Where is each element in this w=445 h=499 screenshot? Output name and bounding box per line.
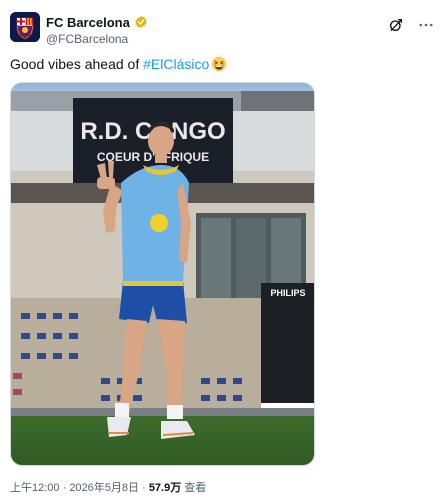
tweet-text-prefix: Good vibes ahead of	[10, 56, 144, 72]
grok-icon[interactable]	[387, 16, 405, 34]
side-sign-text: PHILIPS	[270, 288, 305, 298]
tweet-time[interactable]: 上午12:00	[10, 482, 60, 494]
views-label: 查看	[181, 482, 207, 494]
tweet-text: Good vibes ahead of #ElClásico	[10, 55, 227, 73]
grinning-squinting-face-emoji-icon	[211, 56, 227, 72]
views-count[interactable]: 57.9万	[149, 482, 181, 494]
avatar[interactable]	[10, 12, 40, 42]
fc-barcelona-crest-icon	[10, 12, 40, 42]
account-info: FC Barcelona @FCBarcelona	[46, 13, 148, 46]
gold-verified-badge-icon[interactable]	[134, 15, 148, 29]
tweet-header: FC Barcelona @FCBarcelona	[10, 10, 435, 50]
hashtag-link[interactable]: #ElClásico	[143, 56, 209, 72]
tweet-date[interactable]: 2026年5月8日	[69, 482, 139, 494]
display-name[interactable]: FC Barcelona	[46, 15, 130, 30]
tweet-meta: 上午12:00 · 2026年5月8日 · 57.9万 查看	[10, 479, 206, 495]
tweet-photo[interactable]: R.D. CONGO COEUR D'AFRIQUE PHILIPS	[10, 82, 315, 466]
account-handle[interactable]: @FCBarcelona	[46, 32, 148, 46]
meta-separator: ·	[139, 482, 149, 494]
header-actions	[387, 16, 435, 34]
meta-separator: ·	[59, 482, 70, 494]
training-photo: R.D. CONGO COEUR D'AFRIQUE PHILIPS	[11, 83, 314, 465]
more-options-icon[interactable]	[417, 16, 435, 34]
